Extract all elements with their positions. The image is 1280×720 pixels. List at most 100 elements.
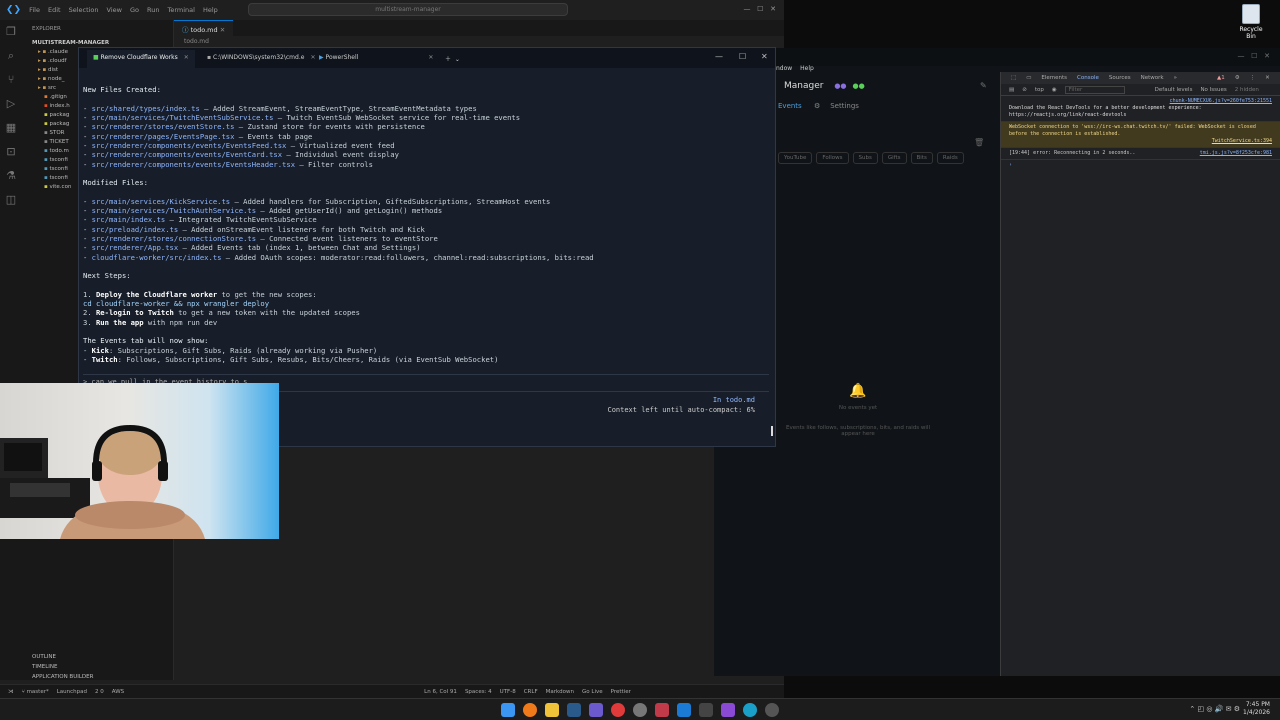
minimize-icon[interactable]: — — [715, 52, 723, 61]
tab-network[interactable]: Network — [1141, 75, 1164, 81]
language-mode[interactable]: Markdown — [546, 689, 574, 695]
outline-section[interactable]: OUTLINE — [22, 652, 174, 662]
more-tabs-icon[interactable]: » — [1174, 75, 1177, 81]
tab-todo-md[interactable]: ⓘ todo.md ✕ — [174, 20, 234, 36]
close-tab-icon[interactable]: ✕ — [428, 54, 433, 61]
tab-sources[interactable]: Sources — [1109, 75, 1131, 81]
message-source-link[interactable]: TwitchService.ts:394 — [1009, 138, 1272, 145]
close-devtools-icon[interactable]: ✕ — [1265, 75, 1270, 81]
filter-bits[interactable]: Bits — [910, 152, 933, 164]
discord-icon[interactable] — [589, 703, 603, 717]
menu-window[interactable]: ndow — [776, 65, 792, 72]
cursor-position[interactable]: Ln 6, Col 91 — [424, 689, 457, 695]
close-tab-icon[interactable]: ✕ — [184, 54, 189, 61]
eol[interactable]: CRLF — [524, 689, 538, 695]
tab-console[interactable]: Console — [1077, 75, 1099, 81]
device-icon[interactable]: ▭ — [1026, 75, 1031, 81]
filter-gifts[interactable]: Gifts — [881, 152, 907, 164]
menu-view[interactable]: View — [107, 6, 122, 14]
timeline-section[interactable]: TIMELINE — [22, 662, 174, 672]
remote-indicator-icon[interactable]: ⋊ — [8, 689, 14, 695]
firefox-icon[interactable] — [523, 703, 537, 717]
clear-console-icon[interactable]: ⊘ — [1022, 87, 1027, 93]
menu-selection[interactable]: Selection — [69, 6, 99, 14]
edge-icon[interactable] — [743, 703, 757, 717]
menu-help[interactable]: Help — [800, 65, 814, 72]
go-live[interactable]: Go Live — [582, 689, 603, 695]
project-root[interactable]: MULTISTREAM-MANAGER — [22, 38, 173, 47]
clock[interactable]: 7:45 PM 1/4/2026 — [1243, 701, 1270, 717]
filter-raids[interactable]: Raids — [936, 152, 964, 164]
search-icon[interactable]: ⌕ — [0, 44, 22, 68]
edit-icon[interactable]: ✎ — [980, 81, 987, 90]
indentation[interactable]: Spaces: 4 — [465, 689, 492, 695]
eye-icon[interactable]: ◉ — [1052, 87, 1057, 93]
settings-icon[interactable]: ⚙ — [1235, 75, 1240, 81]
remote-icon[interactable]: ⊡ — [0, 140, 22, 164]
console-filter-input[interactable]: Filter — [1064, 85, 1125, 94]
new-tab-button[interactable]: ＋ ⌄ — [439, 50, 466, 68]
command-center-search[interactable]: multistream-manager — [248, 3, 568, 16]
start-button-icon[interactable] — [501, 703, 515, 717]
event-filters: YouTube Follows Subs Gifts Bits Raids — [778, 152, 964, 164]
settings-gear-icon[interactable]: ⚙ — [814, 102, 820, 110]
prettier-status[interactable]: Prettier — [611, 689, 631, 695]
levels-select[interactable]: Default levels — [1155, 87, 1193, 93]
menu-run[interactable]: Run — [147, 6, 159, 14]
breadcrumb[interactable]: todo.md — [184, 38, 209, 45]
testing-icon[interactable]: ⚗ — [0, 164, 22, 188]
menu-go[interactable]: Go — [130, 6, 139, 14]
terminal-scrollbar[interactable] — [771, 426, 773, 436]
tab-settings[interactable]: Settings — [830, 102, 859, 110]
claude-taskbar-icon[interactable] — [721, 703, 735, 717]
menu-terminal[interactable]: Terminal — [167, 6, 194, 14]
more-icon[interactable]: ⋮ — [1250, 75, 1256, 81]
steam-icon[interactable] — [567, 703, 581, 717]
source-control-icon[interactable]: ⑂ — [0, 68, 22, 92]
issues-badge[interactable]: No Issues — [1200, 87, 1226, 93]
file-line: - src/main/services/KickService.ts – Add… — [83, 196, 551, 206]
file-explorer-icon[interactable] — [545, 703, 559, 717]
aws-status[interactable]: AWS — [112, 689, 124, 695]
inspect-icon[interactable]: ⬚ — [1011, 75, 1016, 81]
sidebar-toggle-icon[interactable]: ▤ — [1009, 87, 1014, 93]
trash-icon[interactable]: 🗑 — [974, 138, 984, 147]
branch-status[interactable]: ⑂ master* — [22, 689, 49, 695]
system-tray[interactable]: ⌃ ◰ ◎ 🔊 ✉ ⚙ — [1189, 705, 1240, 713]
menu-file[interactable]: File — [29, 6, 40, 14]
run-debug-icon[interactable]: ▷ — [0, 92, 22, 116]
message-source-link[interactable]: tmi.js.js?v=8f253cfe:981 — [1200, 150, 1272, 157]
warning-count-icon[interactable]: ▲1 — [1217, 75, 1225, 81]
obs-icon[interactable] — [611, 703, 625, 717]
window-controls[interactable]: — ☐ ✕ — [1238, 52, 1271, 60]
menu-help[interactable]: Help — [203, 6, 218, 14]
window-controls[interactable]: — ☐ ✕ — [744, 5, 777, 13]
recycle-bin[interactable]: Recycle Bin — [1234, 4, 1268, 40]
terminal-tab-claude[interactable]: ■ Remove Cloudflare Works ✕ — [87, 50, 195, 68]
close-icon[interactable]: ✕ — [761, 52, 768, 61]
filter-youtube[interactable]: YouTube — [778, 152, 813, 164]
problems-status[interactable]: 2 0 — [95, 689, 104, 695]
app-icon[interactable] — [655, 703, 669, 717]
maximize-icon[interactable]: ☐ — [739, 52, 746, 61]
encoding[interactable]: UTF-8 — [500, 689, 516, 695]
extensions-icon[interactable]: ▦ — [0, 116, 22, 140]
launchpad-status[interactable]: Launchpad — [57, 689, 87, 695]
settings-taskbar-icon[interactable] — [765, 703, 779, 717]
github-icon[interactable] — [633, 703, 647, 717]
app-builder-section[interactable]: APPLICATION BUILDER — [22, 672, 174, 682]
filter-follows[interactable]: Follows — [816, 152, 849, 164]
vscode-taskbar-icon[interactable] — [677, 703, 691, 717]
tab-elements[interactable]: Elements — [1041, 75, 1067, 81]
menu-edit[interactable]: Edit — [48, 6, 61, 14]
terminal-taskbar-icon[interactable] — [699, 703, 713, 717]
message-source-link[interactable]: chunk-NUMECXU6.js?v=260fe753:21551 — [1009, 98, 1272, 105]
explorer-icon[interactable]: ❐ — [0, 20, 22, 44]
docker-icon[interactable]: ◫ — [0, 188, 22, 212]
filter-subs[interactable]: Subs — [852, 152, 878, 164]
terminal-tab-powershell[interactable]: ▶ PowerShell ✕ — [313, 50, 439, 68]
console-prompt[interactable]: › — [1001, 160, 1280, 171]
terminal-tab-cmd[interactable]: ▪ C:\WINDOWS\system32\cmd.e ✕ — [201, 50, 321, 68]
tab-events[interactable]: Events — [778, 102, 802, 110]
context-select[interactable]: top — [1035, 87, 1044, 93]
